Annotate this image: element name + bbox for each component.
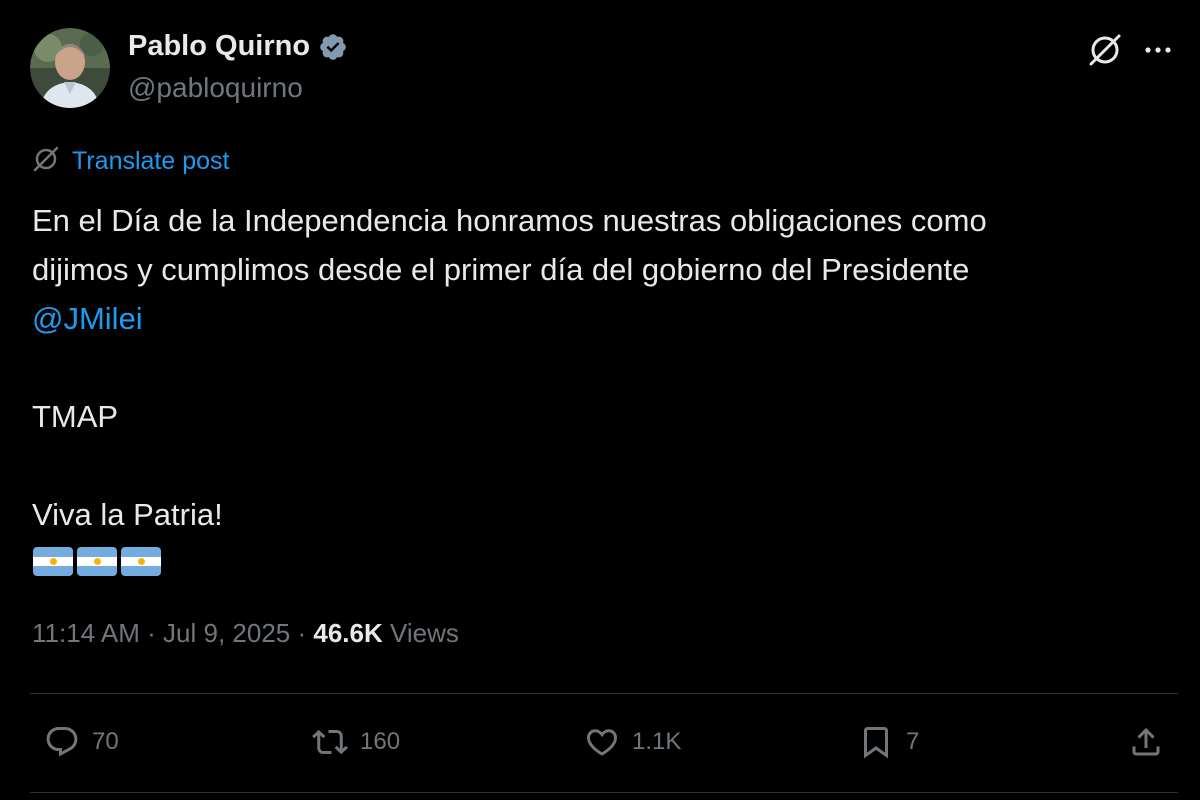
post-date[interactable]: Jul 9, 2025 — [163, 618, 290, 649]
mention-link[interactable]: @JMilei — [32, 294, 1162, 343]
like-button[interactable]: 1.1K — [584, 722, 681, 762]
bookmark-button[interactable]: 7 — [858, 722, 919, 762]
more-icon[interactable] — [1138, 30, 1178, 70]
post-text-line: dijimos y cumplimos desde el primer día … — [32, 252, 970, 287]
post-text-line: Viva la Patria! — [32, 497, 223, 532]
divider — [30, 693, 1178, 694]
share-icon — [1132, 727, 1160, 756]
translate-post-link[interactable]: Translate post — [32, 145, 229, 178]
argentina-flag-icon — [77, 547, 117, 576]
meta-separator: · — [290, 618, 314, 648]
flag-emojis — [33, 547, 161, 576]
like-count: 1.1K — [632, 728, 682, 755]
post-text-line: En el Día de la Independencia honramos n… — [32, 203, 987, 238]
translate-icon — [32, 145, 60, 178]
argentina-flag-icon — [121, 547, 161, 576]
author-handle[interactable]: @pabloquirno — [128, 72, 303, 104]
verified-badge-icon — [318, 32, 348, 62]
repost-count: 160 — [360, 728, 401, 755]
post-time[interactable]: 11:14 AM — [32, 618, 140, 649]
divider — [30, 792, 1178, 793]
argentina-flag-icon — [33, 547, 73, 576]
reply-icon — [46, 727, 78, 757]
author-name[interactable]: Pablo Quirno — [128, 30, 348, 63]
views-label: Views — [382, 618, 459, 648]
meta-separator: · — [139, 618, 164, 648]
post-text-line: TMAP — [32, 399, 119, 434]
translate-post-label: Translate post — [72, 147, 230, 175]
reply-button[interactable]: 70 — [44, 722, 119, 762]
grok-icon[interactable] — [1085, 30, 1125, 70]
post-meta: 11:14 AM · Jul 9, 2025 · 46.6K Views — [32, 618, 459, 649]
avatar-image — [30, 28, 110, 108]
bookmark-count: 7 — [906, 728, 920, 755]
bookmark-icon — [864, 727, 888, 759]
post-text: En el Día de la Independencia honramos n… — [32, 196, 1162, 539]
share-button[interactable] — [1128, 722, 1164, 762]
avatar[interactable] — [30, 28, 110, 108]
heart-icon — [586, 729, 618, 756]
repost-button[interactable]: 160 — [312, 722, 400, 762]
views-count: 46.6K — [313, 618, 383, 648]
reply-count: 70 — [92, 728, 119, 755]
author-name-text: Pablo Quirno — [128, 30, 311, 62]
tweet-detail: Pablo Quirno @pabloquirno Translate post… — [0, 0, 1200, 800]
repost-icon — [312, 729, 348, 755]
